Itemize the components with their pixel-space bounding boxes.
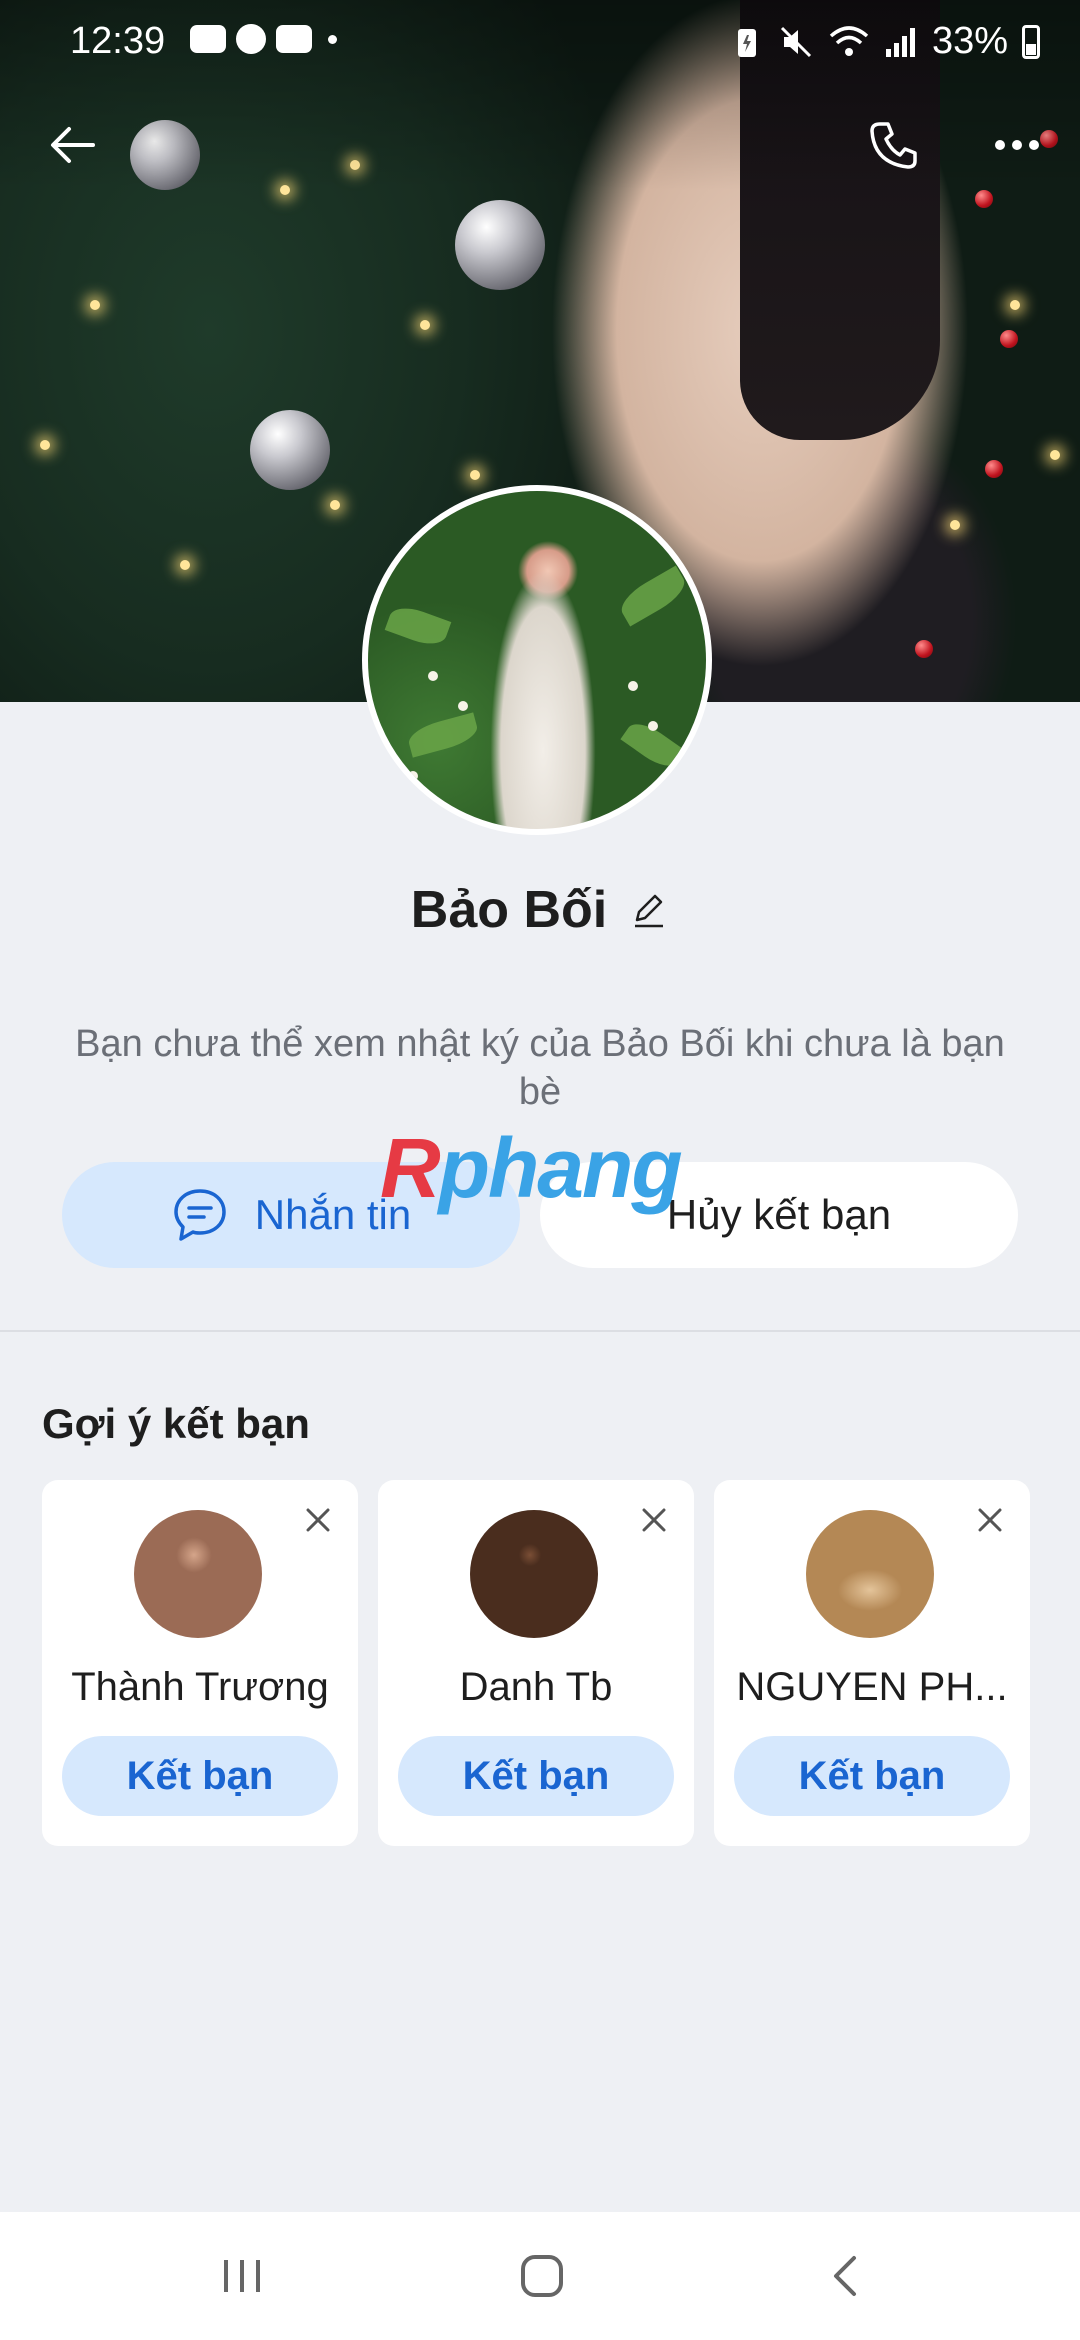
close-icon[interactable] xyxy=(636,1502,672,1538)
suggestion-name[interactable]: Thành Trương xyxy=(42,1665,358,1710)
berry xyxy=(1000,330,1018,348)
suggestion-name[interactable]: Danh Tb xyxy=(378,1665,694,1710)
leaf xyxy=(384,601,452,651)
flower xyxy=(628,681,638,691)
signal-icon xyxy=(885,27,915,57)
light xyxy=(1050,450,1060,460)
youtube-icon xyxy=(276,25,312,53)
suggestion-avatar[interactable] xyxy=(806,1510,934,1638)
flower xyxy=(458,701,468,711)
status-time: 12:39 xyxy=(70,20,166,62)
profile-name-row: Bảo Bối xyxy=(0,880,1080,940)
ornament xyxy=(455,200,545,290)
home-button[interactable] xyxy=(512,2246,572,2306)
light xyxy=(950,520,960,530)
privacy-info-text: Bạn chưa thể xem nhật ký của Bảo Bối khi… xyxy=(75,1023,1005,1113)
profile-name: Bảo Bối xyxy=(410,881,608,939)
battery-percent: 33% xyxy=(931,20,1008,62)
watermark-logo: Rphang xyxy=(380,1120,683,1217)
unfriend-button-label: Hủy kết bạn xyxy=(666,1191,892,1238)
suggestion-name[interactable]: NGUYEN PH... xyxy=(714,1665,1030,1710)
berry xyxy=(915,640,933,658)
section-divider xyxy=(0,1330,1080,1332)
chat-bubble-icon xyxy=(174,1189,226,1241)
add-friend-button[interactable]: Kết bạn xyxy=(734,1736,1010,1816)
more-icon xyxy=(995,140,1039,150)
nav-back-icon xyxy=(834,2256,856,2296)
ornament xyxy=(250,410,330,490)
suggestion-avatar[interactable] xyxy=(134,1510,262,1638)
light xyxy=(420,320,430,330)
close-icon[interactable] xyxy=(300,1502,336,1538)
youtube-icon xyxy=(190,25,226,53)
more-options-button[interactable] xyxy=(982,110,1052,180)
berry xyxy=(985,460,1003,478)
edit-pencil-icon[interactable] xyxy=(629,890,669,930)
back-arrow-icon xyxy=(51,127,95,163)
add-friend-button[interactable]: Kết bạn xyxy=(398,1736,674,1816)
recent-apps-button[interactable] xyxy=(212,2246,272,2306)
home-icon xyxy=(521,2255,563,2297)
suggestion-avatar[interactable] xyxy=(470,1510,598,1638)
mute-icon xyxy=(780,26,811,57)
suggestion-card[interactable]: Thành Trương Kết bạn xyxy=(42,1480,358,1846)
nav-back-button[interactable] xyxy=(816,2246,876,2306)
close-icon[interactable] xyxy=(972,1502,1008,1538)
light xyxy=(90,300,100,310)
back-button[interactable] xyxy=(38,110,108,180)
flower xyxy=(408,771,418,781)
flower xyxy=(428,671,438,681)
notification-icons xyxy=(190,24,337,54)
watermark-part1: R xyxy=(380,1121,441,1215)
battery-saver-icon xyxy=(737,28,756,57)
flower xyxy=(648,721,658,731)
profile-avatar[interactable] xyxy=(362,485,712,835)
sync-icon xyxy=(236,24,266,54)
light xyxy=(470,470,480,480)
more-notifications-dot xyxy=(328,34,337,44)
leaf xyxy=(405,712,481,758)
suggestion-card[interactable]: Danh Tb Kết bạn xyxy=(378,1480,694,1846)
system-nav-bar xyxy=(0,2212,1080,2340)
phone-icon xyxy=(870,122,917,169)
call-button[interactable] xyxy=(858,110,928,180)
light xyxy=(180,560,190,570)
light xyxy=(40,440,50,450)
system-icons: 33% xyxy=(730,20,1040,63)
light xyxy=(330,500,340,510)
battery-icon xyxy=(1022,24,1040,59)
leaf xyxy=(615,565,691,627)
suggestions-title: Gợi ý kết bạn xyxy=(42,1400,310,1447)
suggestion-card[interactable]: NGUYEN PH... Kết bạn xyxy=(714,1480,1030,1846)
berry xyxy=(975,190,993,208)
light xyxy=(1010,300,1020,310)
watermark-part2: phang xyxy=(438,1121,683,1215)
add-friend-button[interactable]: Kết bạn xyxy=(62,1736,338,1816)
status-bar: 12:39 33% xyxy=(0,0,1080,84)
wifi-icon xyxy=(829,25,869,56)
recent-apps-icon xyxy=(224,2260,260,2292)
